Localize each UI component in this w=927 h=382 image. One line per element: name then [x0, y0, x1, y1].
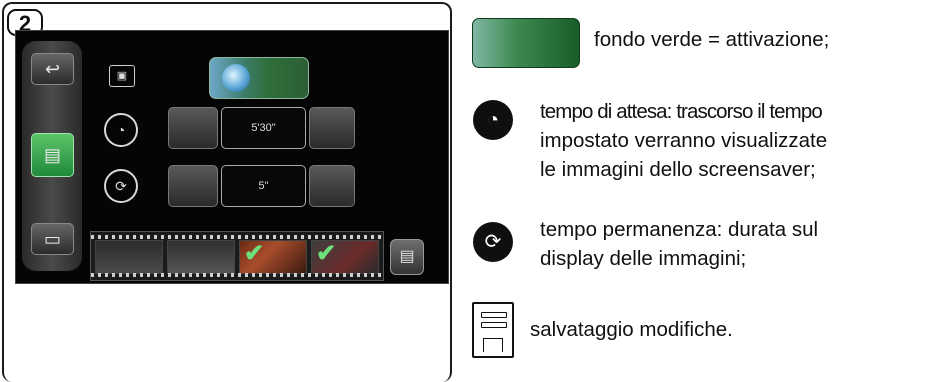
side-rail: ↩ ▤ ▭: [22, 41, 82, 271]
duration-value: 5": [221, 165, 306, 207]
legend-perm-line1: tempo permanenza: durata sul: [540, 218, 819, 241]
wait-plus-button[interactable]: [309, 107, 355, 149]
floppy-icon: ▤: [43, 144, 61, 165]
legend-wait-line1: tempo di attesa: trascorso il tempo: [540, 100, 823, 123]
wait-clock-icon: ◔: [104, 113, 138, 147]
thumb-1[interactable]: [95, 240, 163, 274]
duration-cycle-icon: ⟳: [473, 222, 513, 262]
thumb-3[interactable]: ✔: [239, 240, 307, 274]
screensaver-icon: ▣: [109, 65, 135, 87]
image-filmstrip[interactable]: ✔ ✔: [90, 231, 384, 281]
wait-minus-button[interactable]: [168, 107, 218, 149]
green-background-swatch: [472, 18, 580, 68]
legend-perm-line2: display delle immagini;: [540, 247, 747, 270]
check-icon: ✔: [316, 240, 337, 267]
duration-plus-button[interactable]: [309, 165, 355, 207]
legend-wait-line3: le immagini dello screensaver;: [540, 158, 816, 181]
activation-toggle[interactable]: [209, 57, 309, 99]
thumb-2[interactable]: [167, 240, 235, 274]
wait-clock-icon: ◔: [473, 100, 513, 140]
duration-minus-button[interactable]: [168, 165, 218, 207]
legend-save-text: salvataggio modifiche.: [530, 318, 733, 341]
floppy-icon: ▤: [399, 248, 415, 265]
back-arrow-icon: ↩: [44, 58, 61, 79]
gallery-button[interactable]: ▭: [31, 223, 74, 255]
duration-cycle-icon: ⟳: [104, 169, 138, 203]
wait-time-value: 5'30": [221, 107, 306, 149]
picture-icon: ▭: [43, 228, 61, 249]
device-screen: ↩ ▤ ▭ ▣ ◔ 5'30" ⟳ 5" ✔ ✔ ▤: [15, 30, 449, 284]
legend-green-text: fondo verde = attivazione;: [594, 28, 830, 51]
back-button[interactable]: ↩: [31, 53, 74, 85]
check-icon: ✔: [244, 240, 265, 267]
thumb-4[interactable]: ✔: [311, 240, 379, 274]
legend-wait-line2: impostato verranno visualizzate: [540, 129, 828, 152]
filmstrip-save-button[interactable]: ▤: [390, 239, 424, 275]
save-button-active[interactable]: ▤: [31, 133, 74, 177]
floppy-save-icon: [472, 302, 514, 358]
